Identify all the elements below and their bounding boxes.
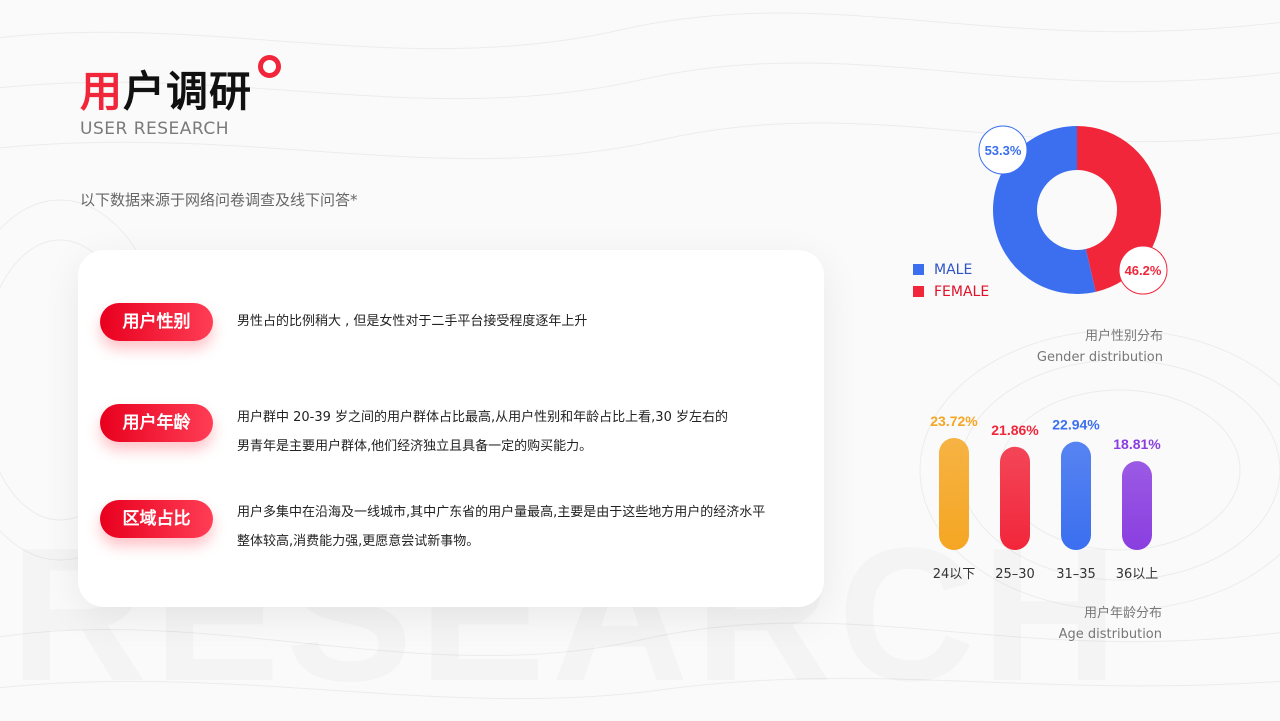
section-line: 男性占的比例稍大 , 但是女性对于二手平台接受程度逐年上升 (237, 314, 588, 329)
age-chart-caption: 用户年龄分布 Age distribution (1059, 603, 1162, 645)
legend-label-male: MALE (934, 262, 973, 278)
data-label: 23.72% (930, 413, 978, 429)
data-label: 18.81% (1113, 436, 1161, 452)
section-label-region: 区域占比 (100, 500, 213, 538)
bar (1122, 461, 1152, 550)
tick-label: 24以下 (933, 567, 976, 582)
tick-label: 31–35 (1056, 567, 1096, 582)
data-source-note: 以下数据来源于网络问卷调查及线下问答* (80, 191, 358, 209)
caption-en: Age distribution (1058, 627, 1162, 642)
data-label: 21.86% (991, 422, 1039, 438)
age-bar-chart: 23.72% 24以下 21.86% 25–30 22.94% 31–35 18.81% 36… (930, 413, 1161, 582)
caption-en: Gender distribution (1036, 350, 1163, 365)
caption-cn: 用户年龄分布 (1083, 606, 1162, 621)
section-line: 男青年是主要用户群体,他们经济独立且具备一定的购买能力。 (237, 439, 593, 454)
data-label: 53.3% (985, 143, 1022, 158)
legend-item-male: MALE (913, 262, 972, 278)
gender-donut-chart: 53.3% 46.2% (978, 125, 1168, 295)
bar (1061, 441, 1091, 550)
legend-label-female: FEMALE (934, 284, 990, 300)
legend-swatch-female (913, 286, 924, 297)
legend-swatch-male (913, 264, 924, 275)
title-accent-char: 用 (80, 67, 124, 116)
title-ring-icon (258, 55, 281, 78)
caption-cn: 用户性别分布 (1084, 329, 1163, 344)
page-title: 用户调研 (80, 58, 252, 119)
title-rest: 户调研 (123, 67, 253, 116)
section-line: 用户多集中在沿海及一线城市,其中广东省的用户量最高,主要是由于这些地方用户的经济… (237, 505, 766, 520)
section-text-gender: 男性占的比例稍大 , 但是女性对于二手平台接受程度逐年上升 (237, 307, 797, 336)
page-subtitle: USER RESEARCH (80, 119, 230, 139)
section-label-gender: 用户性别 (100, 303, 213, 341)
section-line: 用户群中 20-39 岁之间的用户群体占比最高,从用户性别和年龄占比上看,30 … (237, 410, 728, 425)
section-line: 整体较高,消费能力强,更愿意尝试新事物。 (237, 534, 480, 549)
bar (939, 438, 969, 550)
findings-card: 用户性别 男性占的比例稍大 , 但是女性对于二手平台接受程度逐年上升 用户年龄 … (78, 250, 824, 607)
section-text-region: 用户多集中在沿海及一线城市,其中广东省的用户量最高,主要是由于这些地方用户的经济… (237, 498, 797, 556)
section-text-age: 用户群中 20-39 岁之间的用户群体占比最高,从用户性别和年龄占比上看,30 … (237, 403, 797, 461)
section-label-age: 用户年龄 (100, 404, 213, 442)
bar (1000, 446, 1030, 550)
legend-item-female: FEMALE (913, 284, 989, 300)
gender-chart-caption: 用户性别分布 Gender distribution (1037, 326, 1163, 368)
data-label: 22.94% (1052, 417, 1100, 433)
tick-label: 25–30 (995, 567, 1035, 582)
data-label: 46.2% (1125, 263, 1162, 278)
tick-label: 36以上 (1116, 567, 1159, 582)
